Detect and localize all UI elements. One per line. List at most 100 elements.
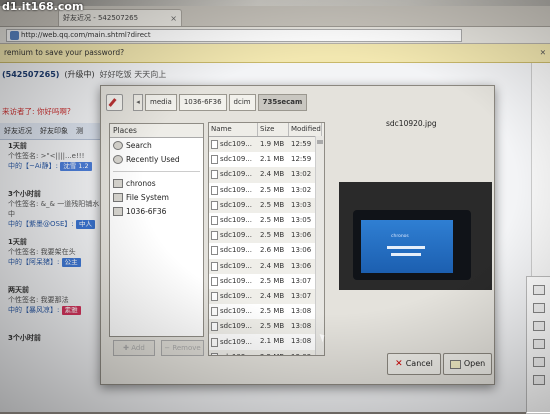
- file-size: 2.5 MB: [260, 185, 285, 194]
- feed-item: 1天前 个性签名: 我要架在头 中的【阿呆猪】: 公主: [0, 237, 105, 285]
- open-folder-icon: [449, 359, 461, 369]
- watermark: d1.it168.com: [2, 0, 84, 13]
- crumb-media[interactable]: media: [145, 93, 177, 111]
- scrollbar-thumb[interactable]: [317, 140, 323, 144]
- column-modified[interactable]: Modified: [289, 123, 322, 136]
- place-home[interactable]: chronos: [110, 176, 203, 190]
- file-name: sdc109...: [220, 322, 252, 331]
- cancel-icon: ✕: [395, 359, 403, 369]
- feed-item: 3个小时前 个性签名: &_& 一道残阳铺水中 中的【紫墨@OSE】: 中人: [0, 189, 105, 237]
- place-label: File System: [126, 192, 169, 202]
- file-size: 2.5 MB: [257, 350, 288, 355]
- feed-sig-label: 个性签名:: [8, 152, 39, 160]
- file-chooser-dialog: ◂ media 1036-6F36 dcim 735secam Places S…: [100, 85, 495, 385]
- tab-friend-updates[interactable]: 好友近况: [4, 126, 32, 136]
- profile-header: (542507265) (升级中) 好好吃饭 天天向上: [0, 63, 550, 85]
- feed-source[interactable]: 中的【~Ai静】:: [8, 162, 58, 170]
- search-icon: [113, 140, 123, 150]
- preview-login-field: [387, 246, 425, 249]
- feed-tabs: 好友近况 好友印象 测: [0, 123, 114, 140]
- file-row[interactable]: sdc109... 2.5 MB 13:07: [209, 274, 324, 289]
- feed-tag[interactable]: 公主: [61, 258, 81, 267]
- panel-icon[interactable]: [533, 375, 545, 385]
- panel-icon[interactable]: [533, 321, 545, 331]
- file-row[interactable]: sdc109... 2.4 MB 13:06: [209, 258, 324, 274]
- column-name[interactable]: Name: [209, 123, 258, 136]
- file-list-scrollbar[interactable]: [315, 136, 324, 355]
- place-search[interactable]: Search: [110, 138, 203, 152]
- crumb-current-folder[interactable]: 735secam: [257, 93, 308, 111]
- cancel-button[interactable]: ✕ Cancel: [387, 353, 441, 375]
- open-button[interactable]: Open: [443, 353, 492, 375]
- place-label: chronos: [126, 178, 156, 188]
- url-input[interactable]: http://web.qq.com/main.shtml?direct: [6, 29, 462, 42]
- file-size: 2.1 MB: [260, 337, 285, 346]
- file-row[interactable]: sdc109... 2.5 MB 13:08: [209, 304, 324, 319]
- image-file-icon: [211, 276, 218, 286]
- drive-icon: [113, 192, 123, 202]
- tab-title: 好友近况 - 542507265: [63, 14, 139, 22]
- file-row[interactable]: sdc109... 2.5 MB 13:03: [209, 197, 324, 213]
- panel-icon[interactable]: [533, 285, 545, 295]
- file-row[interactable]: sdc109... 2.4 MB 13:02: [209, 167, 324, 183]
- scroll-left-arrow-icon[interactable]: ◂: [133, 93, 143, 111]
- file-list-header: Name Size Modified: [209, 123, 324, 137]
- column-size[interactable]: Size: [258, 123, 289, 136]
- file-row[interactable]: sdc109... 2.1 MB 13:08: [209, 334, 324, 349]
- profile-name[interactable]: (542507265): [2, 70, 59, 79]
- feed-tag[interactable]: 中人: [75, 220, 95, 229]
- crumb-device[interactable]: 1036-6F36: [178, 93, 227, 111]
- file-row[interactable]: sdc109... 1.9 MB 12:59: [209, 137, 324, 153]
- feed-source[interactable]: 中的【暴风凉】:: [8, 306, 59, 314]
- file-row[interactable]: sdc109... 2.4 MB 13:07: [209, 288, 324, 305]
- add-bookmark-button[interactable]: ✚ Add: [113, 340, 155, 356]
- file-name: sdc109...: [220, 261, 252, 270]
- place-filesystem[interactable]: File System: [110, 190, 203, 204]
- file-row[interactable]: sdc109...2.5 MB13:09: [209, 349, 324, 355]
- file-name: sdc109...: [220, 307, 252, 316]
- file-row[interactable]: sdc109... 2.5 MB 13:06: [209, 228, 324, 244]
- feed-source[interactable]: 中的【阿呆猪】:: [8, 258, 59, 266]
- feed-tag[interactable]: 沈雪 1.2: [60, 162, 92, 171]
- file-name: sdc109...: [220, 200, 252, 209]
- file-name-cell: sdc109...: [209, 198, 257, 213]
- image-preview: chronos: [339, 182, 492, 290]
- file-size: 2.4 MB: [260, 261, 285, 270]
- file-name: sdc109...: [220, 337, 252, 346]
- feed-tag[interactable]: 素雅: [61, 306, 81, 315]
- file-row[interactable]: sdc109... 2.1 MB 12:59: [209, 152, 324, 167]
- file-name-cell: sdc109...: [209, 167, 257, 182]
- type-location-button[interactable]: [106, 93, 123, 111]
- file-size: 2.5 MB: [260, 200, 285, 209]
- panel-icon[interactable]: [533, 357, 545, 367]
- file-name: sdc109...: [220, 216, 252, 225]
- tab-test[interactable]: 测: [76, 126, 83, 136]
- file-name-cell: sdc109...: [209, 319, 257, 334]
- panel-icon[interactable]: [533, 339, 545, 349]
- file-name-cell: sdc109...: [209, 183, 257, 198]
- preview-tablet-screen: chronos: [361, 220, 453, 273]
- file-size: 1.9 MB: [260, 140, 285, 148]
- panel-icon[interactable]: [533, 303, 545, 313]
- crumb-dcim[interactable]: dcim: [228, 93, 256, 111]
- infobar-close-icon[interactable]: ✕: [540, 44, 546, 62]
- image-file-icon: [211, 246, 218, 256]
- feed-source[interactable]: 中的【紫墨@OSE】:: [8, 220, 74, 228]
- feed-time: 1天前: [8, 142, 27, 150]
- visitors-text[interactable]: 来访者了: 你好吗啊?: [2, 106, 71, 117]
- remove-bookmark-button[interactable]: − Remove: [161, 340, 204, 356]
- place-recently-used[interactable]: Recently Used: [110, 152, 203, 166]
- place-label: Recently Used: [126, 154, 180, 164]
- file-row[interactable]: sdc109... 2.5 MB 13:05: [209, 213, 324, 228]
- place-usb-drive[interactable]: 1036-6F36: [110, 204, 203, 218]
- tab-friend-impression[interactable]: 好友印象: [40, 126, 68, 136]
- file-row[interactable]: sdc109... 2.6 MB 13:06: [209, 243, 324, 258]
- close-tab-icon[interactable]: ×: [170, 14, 177, 23]
- feed-sig-label: 个性签名:: [8, 200, 39, 208]
- url-text: http://web.qq.com/main.shtml?direct: [21, 31, 151, 39]
- file-row[interactable]: sdc109... 2.5 MB 13:08: [209, 319, 324, 335]
- image-file-icon: [211, 200, 218, 210]
- cancel-label: Cancel: [405, 359, 433, 368]
- feed-time: 1天前: [8, 238, 27, 246]
- file-row[interactable]: sdc109... 2.5 MB 13:02: [209, 183, 324, 198]
